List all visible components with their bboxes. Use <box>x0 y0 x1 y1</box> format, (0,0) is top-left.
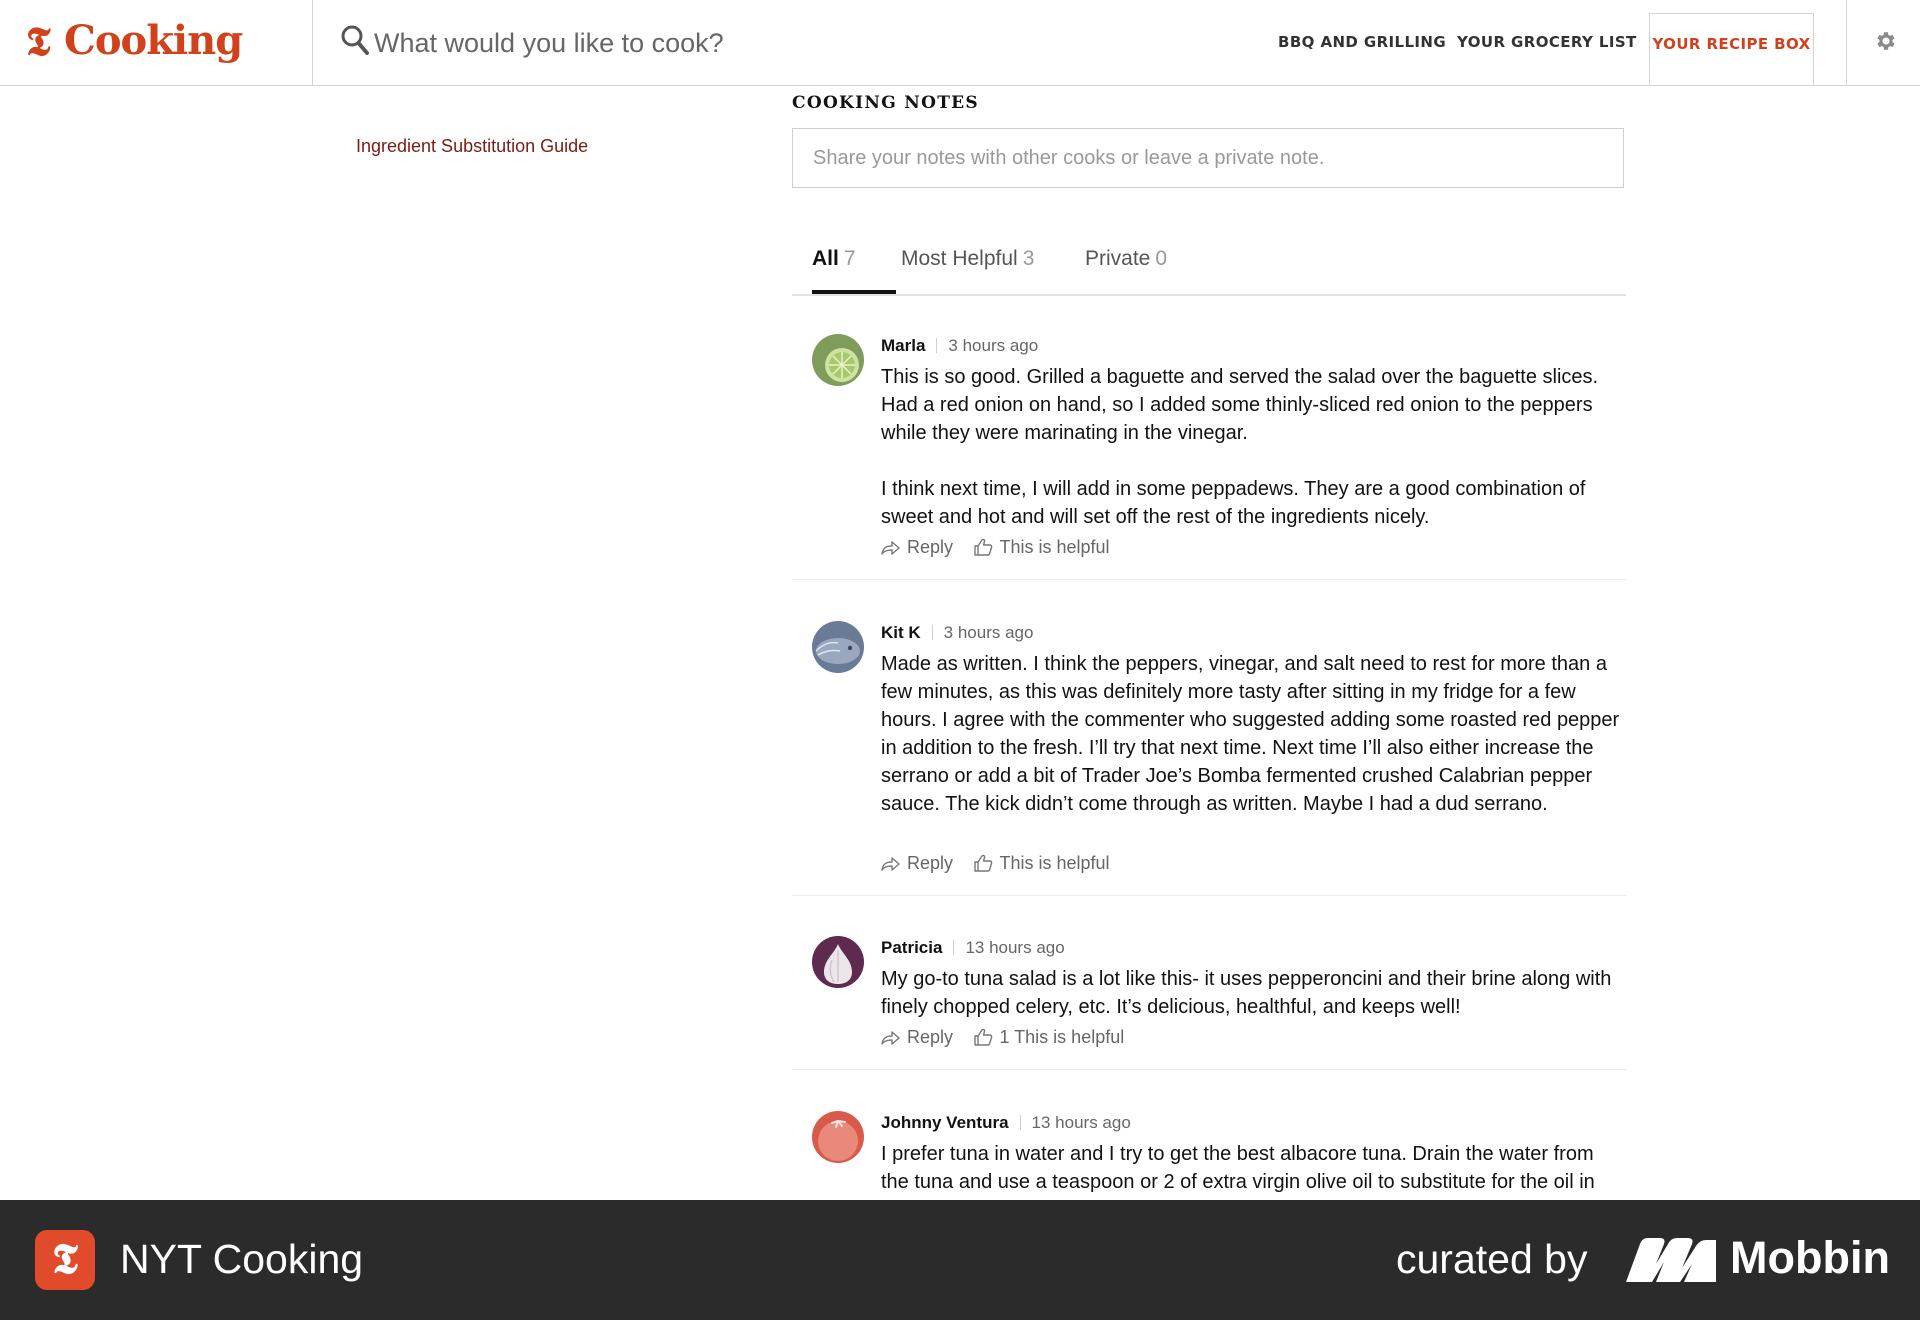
comment-paragraph: I prefer tuna in water and I try to get … <box>881 1143 1595 1193</box>
comment-header: Marla 3 hours ago <box>881 334 1038 358</box>
comment-time: 3 hours ago <box>943 623 1034 642</box>
comment-author[interactable]: Johnny Ventura <box>881 1113 1009 1132</box>
comment-header: Kit K 3 hours ago <box>881 621 1033 645</box>
nyt-cooking-app-icon: 𝕿 <box>35 1230 95 1290</box>
reply-button[interactable]: Reply <box>881 1027 953 1048</box>
helpful-label: This is helpful <box>999 537 1110 557</box>
reply-arrow-icon <box>881 1031 900 1045</box>
thumbs-up-icon <box>974 538 993 556</box>
footer-app-name: NYT Cooking <box>120 1236 364 1282</box>
reply-label: Reply <box>907 853 954 873</box>
reply-label: Reply <box>907 537 954 557</box>
nav-grocery-list[interactable]: YOUR GROCERY LIST <box>1457 0 1637 85</box>
reply-label: Reply <box>907 1027 954 1047</box>
tab-label: All <box>812 247 839 270</box>
comment: Marla 3 hours ago This is so good. Grille… <box>792 334 1626 580</box>
search-input[interactable] <box>372 20 976 66</box>
comment-paragraph: I think next time, I will add in some pe… <box>881 478 1586 528</box>
comment-paragraph: This is so good. Grilled a baguette and … <box>881 366 1599 444</box>
comment-paragraph: My go-to tuna salad is a lot like this- … <box>881 968 1612 1018</box>
gear-icon <box>1877 32 1895 50</box>
comment-header: Johnny Ventura 13 hours ago <box>881 1111 1131 1135</box>
tab-most-helpful[interactable]: Most Helpful 3 <box>901 240 1034 294</box>
comment-actions: Reply 1 This is helpful <box>881 1027 1140 1053</box>
brand-name: Cooking <box>64 17 243 64</box>
tab-count: 0 <box>1155 247 1168 270</box>
comment: Johnny Ventura 13 hours ago I prefer tuna… <box>792 1111 1626 1200</box>
comment: Patricia 13 hours ago My go-to tuna salad… <box>792 936 1626 1070</box>
tab-all[interactable]: All 7 <box>812 240 896 294</box>
search-icon[interactable] <box>340 24 370 56</box>
comment-author[interactable]: Patricia <box>881 938 942 957</box>
garlic-avatar-icon <box>812 936 864 988</box>
comment-body: This is so good. Grilled a baguette and … <box>881 363 1621 531</box>
lime-avatar-icon <box>812 334 864 386</box>
helpful-button[interactable]: 1 This is helpful <box>973 1027 1124 1048</box>
comment-body: Made as written. I think the peppers, vi… <box>881 650 1621 818</box>
reply-arrow-icon <box>881 857 900 871</box>
comment-body: I prefer tuna in water and I try to get … <box>881 1140 1621 1196</box>
divider <box>931 625 933 640</box>
top-navigation-bar: 𝕿 Cooking BBQ AND GRILLING YOUR GROCERY … <box>0 0 1920 86</box>
divider <box>953 940 955 955</box>
helpful-label: 1 This is helpful <box>999 1027 1125 1047</box>
tab-label: Private <box>1085 247 1151 270</box>
reply-button[interactable]: Reply <box>881 853 953 874</box>
ingredient-substitution-guide-link[interactable]: Ingredient Substitution Guide <box>356 136 588 157</box>
comment-time: 3 hours ago <box>948 336 1039 355</box>
divider <box>1019 1115 1021 1130</box>
comment-actions: Reply This is helpful <box>881 853 1126 879</box>
comment-paragraph: Made as written. I think the peppers, vi… <box>881 653 1620 815</box>
comment-body: My go-to tuna salad is a lot like this- … <box>881 965 1621 1021</box>
helpful-label: This is helpful <box>999 853 1110 873</box>
reply-arrow-icon <box>881 541 900 555</box>
thumbs-up-icon <box>974 1028 993 1046</box>
nav-recipe-box[interactable]: YOUR RECIPE BOX <box>1649 13 1814 85</box>
cooking-notes-title: COOKING NOTES <box>792 93 979 113</box>
tab-private[interactable]: Private 0 <box>1085 240 1167 294</box>
active-tab-indicator <box>812 290 896 294</box>
footer-banner: 𝕿 NYT Cooking curated by Mobbin <box>0 1200 1920 1320</box>
tab-count: 3 <box>1022 247 1035 270</box>
nav-bbq-and-grilling[interactable]: BBQ AND GRILLING <box>1278 0 1446 85</box>
footer-curated-by: curated by <box>1396 1236 1588 1282</box>
comment-author[interactable]: Marla <box>881 336 925 355</box>
helpful-button[interactable]: This is helpful <box>973 853 1110 874</box>
reply-button[interactable]: Reply <box>881 537 953 558</box>
comment-actions: Reply This is helpful <box>881 537 1126 563</box>
note-input[interactable] <box>792 128 1624 188</box>
comment-time: 13 hours ago <box>965 938 1065 957</box>
comment-time: 13 hours ago <box>1031 1113 1131 1132</box>
mobbin-brand: Mobbin <box>1730 1232 1890 1283</box>
tab-count: 7 <box>843 247 856 270</box>
comment: Kit K 3 hours ago Made as written. I thin… <box>792 621 1626 896</box>
mobbin-logo-icon <box>1626 1238 1716 1282</box>
fish-avatar-icon <box>812 621 864 673</box>
divider <box>936 338 938 353</box>
helpful-button[interactable]: This is helpful <box>973 537 1110 558</box>
nyt-logo-icon: 𝕿 <box>26 19 51 64</box>
thumbs-up-icon <box>974 854 993 872</box>
notes-tabs: All 7 Most Helpful 3 Private 0 <box>792 240 1626 296</box>
tab-label: Most Helpful <box>901 247 1018 270</box>
brand-logo-link[interactable]: 𝕿 Cooking <box>0 0 313 85</box>
comment-author[interactable]: Kit K <box>881 623 921 642</box>
settings-button[interactable] <box>1846 0 1920 85</box>
tomato-avatar-icon <box>812 1111 864 1163</box>
comment-header: Patricia 13 hours ago <box>881 936 1065 960</box>
